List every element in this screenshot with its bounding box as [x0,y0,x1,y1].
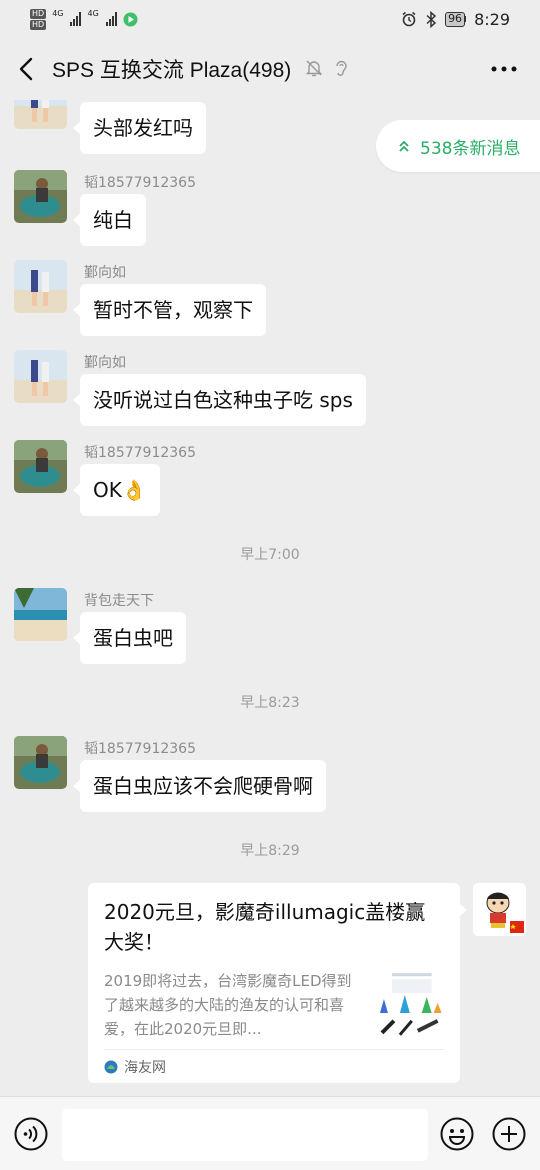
new-messages-button[interactable]: 538条新消息 [376,120,540,172]
avatar[interactable] [14,170,67,223]
source-logo-icon [104,1060,118,1074]
double-chevron-up-icon [399,140,409,152]
signal-icon [105,12,117,26]
play-store-icon [123,12,138,26]
avatar[interactable] [14,588,67,641]
message-bubble[interactable]: 蛋白虫吧 [73,612,186,664]
link-card-title: 2020元旦，影魔奇illumagic盖楼赢大奖！ [104,900,426,954]
link-card-description: 2019即将过去，台湾影魔奇LED得到了越来越多的大陆的渔友的认可和喜爱，在此2… [104,972,352,1038]
avatar[interactable] [14,350,67,403]
status-bar: HD HD 4G 4G 96 8:29 [0,0,540,38]
message-bubble[interactable]: 头部发红吗 [73,102,206,154]
clock: 8:29 [474,9,510,29]
sender-name: 背包走天下 [84,593,154,609]
my-avatar[interactable] [473,883,526,936]
message-bubble[interactable]: 暂时不管，观察下 [73,284,266,336]
back-arrow-icon[interactable] [14,56,40,82]
hd-badges: HD HD [30,8,47,30]
network-type: 4G [52,8,64,18]
link-card-thumbnail [378,969,444,1039]
avatar[interactable] [14,440,67,493]
message-bubble[interactable]: 没听说过白色这种虫子吃 sps [73,374,366,426]
avatar[interactable] [14,100,67,129]
sender-name: 韬18577912365 [84,175,196,191]
timestamp: 早上8:29 [240,843,300,859]
input-bar [0,1096,540,1170]
timestamp: 早上8:23 [240,695,300,711]
emoji-icon[interactable] [440,1117,474,1151]
hd-badge: HD [30,8,47,19]
message-text: 头部发红吗 [93,116,193,140]
alarm-icon [402,11,416,27]
bluetooth-icon [426,10,437,28]
sender-name: 韬18577912365 [84,445,196,461]
message-bubble[interactable]: 蛋白虫应该不会爬硬骨啊 [73,760,326,812]
message-text: 蛋白虫吧 [93,626,173,650]
chat-title: SPS 互换交流 Plaza(498) [52,59,292,82]
battery-icon: 96 [445,11,466,27]
timestamp: 早上7:00 [240,547,300,563]
new-messages-label: 538条新消息 [420,138,521,159]
mute-bell-icon [305,60,323,77]
sender-name: 鄞向如 [84,355,126,371]
more-options-icon[interactable] [490,60,518,78]
message-input[interactable] [62,1109,428,1161]
message-bubble[interactable]: OK👌 [73,464,160,516]
message-text: 没听说过白色这种虫子吃 sps [93,388,353,412]
message-bubble[interactable]: 纯白 [73,194,146,246]
message-text: 暂时不管，观察下 [93,298,253,322]
signal-icon [70,12,82,26]
earpiece-icon [336,60,347,76]
link-card-source-name: 海友网 [124,1060,166,1076]
chat-header: SPS 互换交流 Plaza(498) [0,38,540,100]
plus-icon[interactable] [492,1117,526,1151]
message-text: 纯白 [93,208,133,232]
avatar[interactable] [14,736,67,789]
sender-name: 韬18577912365 [84,741,196,757]
voice-input-icon[interactable] [14,1117,48,1151]
sender-name: 鄞向如 [84,265,126,281]
link-card-source: 海友网 [104,1049,444,1077]
avatar[interactable] [14,260,67,313]
battery-level: 96 [448,12,463,25]
message-text: OK👌 [93,478,147,502]
link-card[interactable]: 2020元旦，影魔奇illumagic盖楼赢大奖！ 2019即将过去，台湾影魔奇… [88,883,467,1083]
hd-badge: HD [30,19,47,30]
message-text: 蛋白虫应该不会爬硬骨啊 [93,774,313,798]
network-type: 4G [87,8,99,18]
